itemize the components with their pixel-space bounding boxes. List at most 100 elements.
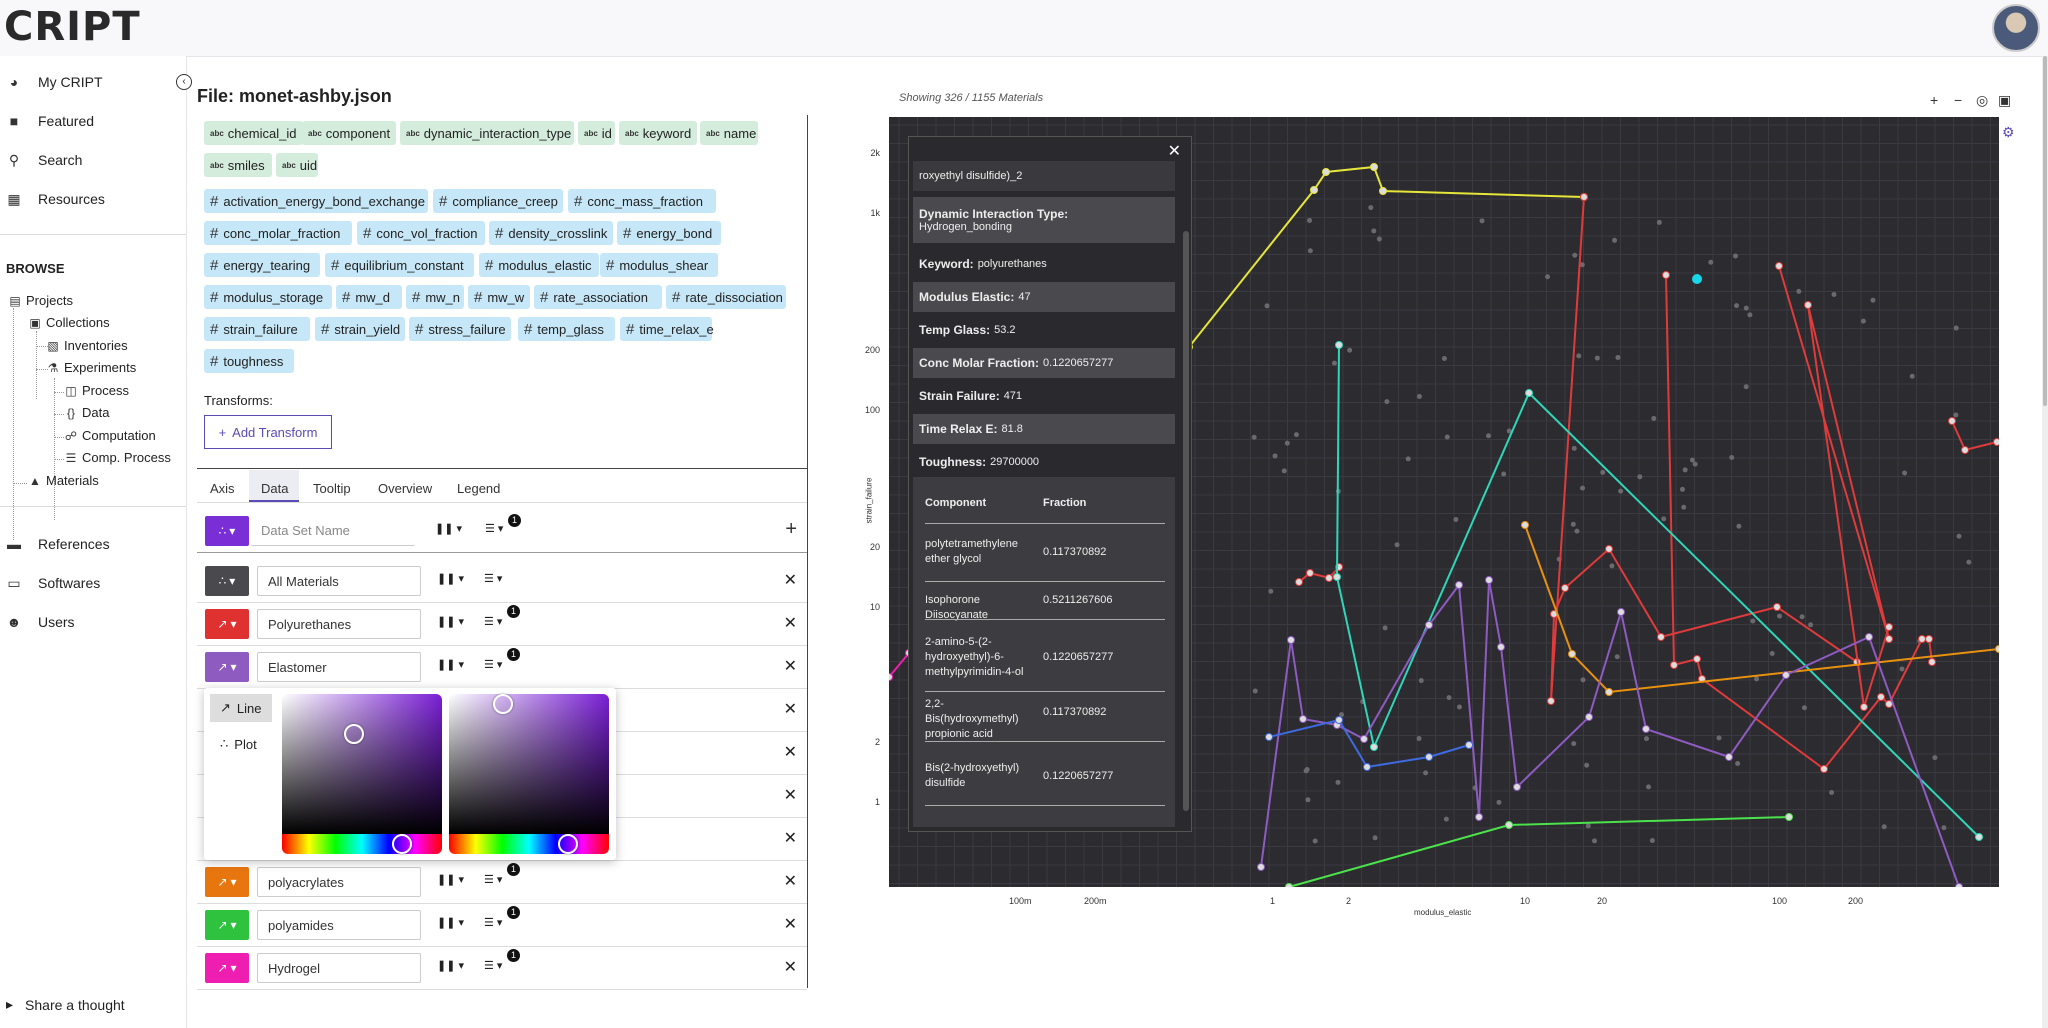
sidebar-item-resources[interactable]: ▦ Resources <box>6 189 105 209</box>
add-transform-button[interactable]: + Add Transform <box>204 415 332 449</box>
tree-item-experiments[interactable]: ⚗ Experiments <box>46 360 137 375</box>
number-field-chip[interactable]: # modulus_elastic <box>479 253 599 277</box>
remove-dataset-icon[interactable]: ✕ <box>784 957 797 977</box>
reset-zoom-icon[interactable]: ◎ <box>1976 92 1988 109</box>
dataset-name-input[interactable]: Data Set Name <box>251 516 415 546</box>
number-field-chip[interactable]: # mw_d <box>336 285 402 309</box>
number-field-chip[interactable]: # stress_failure <box>409 317 511 341</box>
dataset-style-button[interactable]: ∴ ▾ <box>205 566 249 596</box>
number-field-chip[interactable]: # strain_failure <box>204 317 310 341</box>
string-field-chip[interactable]: abc name <box>700 121 758 145</box>
dataset-style-button[interactable]: ↗ ▾ <box>205 910 249 940</box>
tab-legend[interactable]: Legend <box>457 474 500 502</box>
new-dataset-style-button[interactable]: ∴ ▾ <box>205 516 249 546</box>
string-field-chip[interactable]: abc dynamic_interaction_type <box>400 121 574 145</box>
number-field-chip[interactable]: # conc_molar_fraction <box>204 221 352 245</box>
zoom-in-icon[interactable]: + <box>1930 92 1938 108</box>
dataset-style-button[interactable]: ↗ ▾ <box>205 867 249 897</box>
dataset-name-input[interactable]: Elastomer <box>257 652 421 682</box>
filter-dropdown[interactable]: ☰ ▾ <box>484 658 502 671</box>
gear-icon[interactable]: ⚙ <box>2002 124 2015 141</box>
tree-item-projects[interactable]: ▤ Projects <box>8 293 73 308</box>
remove-dataset-icon[interactable]: ✕ <box>784 699 797 719</box>
filter-dropdown[interactable]: ☰ ▾ <box>484 873 502 886</box>
dataset-name-input[interactable]: Polyurethanes <box>257 609 421 639</box>
order-dropdown[interactable]: ❚❚ ▾ <box>437 873 464 886</box>
number-field-chip[interactable]: # activation_energy_bond_exchange <box>204 189 428 213</box>
order-dropdown[interactable]: ❚❚ ▾ <box>437 615 464 628</box>
number-field-chip[interactable]: # conc_mass_fraction <box>568 189 716 213</box>
sidebar-item-search[interactable]: ⚲ Search <box>6 150 83 170</box>
filter-dropdown[interactable]: ☰ ▾ <box>484 916 502 929</box>
number-field-chip[interactable]: # energy_tearing <box>204 253 320 277</box>
sidebar-item-featured[interactable]: ■ Featured <box>6 111 94 131</box>
dataset-style-button[interactable]: ↗ ▾ <box>205 609 249 639</box>
tree-item-process[interactable]: ◫ Process <box>64 383 129 398</box>
filter-dropdown[interactable]: ☰ ▾ <box>484 959 502 972</box>
remove-dataset-icon[interactable]: ✕ <box>784 613 797 633</box>
page-scrollbar[interactable] <box>2042 56 2048 1028</box>
number-field-chip[interactable]: # rate_dissociation <box>666 285 786 309</box>
number-field-chip[interactable]: # toughness <box>204 349 294 373</box>
string-field-chip[interactable]: abc id <box>578 121 615 145</box>
number-field-chip[interactable]: # conc_vol_fraction <box>357 221 485 245</box>
saturation-area-2[interactable] <box>449 694 609 834</box>
number-field-chip[interactable]: # modulus_shear <box>600 253 718 277</box>
order-dropdown[interactable]: ❚❚ ▾ <box>435 522 462 535</box>
remove-dataset-icon[interactable]: ✕ <box>784 656 797 676</box>
number-field-chip[interactable]: # mw_n <box>406 285 464 309</box>
order-dropdown[interactable]: ❚❚ ▾ <box>437 572 464 585</box>
string-field-chip[interactable]: abc smiles <box>204 153 272 177</box>
sidebar-item-softwares[interactable]: ▭ Softwares <box>6 573 100 593</box>
app-logo[interactable]: CRIPT <box>4 4 141 50</box>
tab-axis[interactable]: Axis <box>210 474 235 502</box>
hue-handle[interactable] <box>392 834 412 854</box>
number-field-chip[interactable]: # rate_association <box>534 285 662 309</box>
number-field-chip[interactable]: # compliance_creep <box>433 189 563 213</box>
tree-item-data[interactable]: {} Data <box>64 405 109 420</box>
tree-item-computation[interactable]: ☍ Computation <box>64 428 156 443</box>
style-option-line[interactable]: ↗ Line <box>210 694 272 722</box>
number-field-chip[interactable]: # modulus_storage <box>204 285 332 309</box>
order-dropdown[interactable]: ❚❚ ▾ <box>437 959 464 972</box>
remove-dataset-icon[interactable]: ✕ <box>784 742 797 762</box>
close-icon[interactable]: ✕ <box>1168 141 1181 161</box>
dataset-style-button[interactable]: ↗ ▾ <box>205 953 249 983</box>
collapse-sidebar-icon[interactable]: ‹ <box>176 74 192 90</box>
string-field-chip[interactable]: abc chemical_id <box>204 121 303 145</box>
tab-data[interactable]: Data <box>261 474 288 502</box>
number-field-chip[interactable]: # energy_bond <box>617 221 721 245</box>
panel-divider[interactable] <box>807 115 808 988</box>
remove-dataset-icon[interactable]: ✕ <box>784 914 797 934</box>
sidebar-item-my-cript[interactable]: ◕ My CRIPT <box>6 72 103 92</box>
order-dropdown[interactable]: ❚❚ ▾ <box>437 658 464 671</box>
number-field-chip[interactable]: # temp_glass <box>518 317 615 341</box>
number-field-chip[interactable]: # strain_yield <box>315 317 405 341</box>
filter-dropdown[interactable]: ☰ ▾ <box>484 615 502 628</box>
tree-item-inventories[interactable]: ▧ Inventories <box>46 338 127 353</box>
saturation-handle-2[interactable] <box>493 694 513 714</box>
dataset-name-input[interactable]: polyamides <box>257 910 421 940</box>
string-field-chip[interactable]: abc keyword <box>619 121 697 145</box>
tree-item-comp-process[interactable]: ☰ Comp. Process <box>64 450 171 465</box>
remove-dataset-icon[interactable]: ✕ <box>784 785 797 805</box>
dataset-name-input[interactable]: polyacrylates <box>257 867 421 897</box>
tab-tooltip[interactable]: Tooltip <box>313 474 351 502</box>
style-option-plot[interactable]: ∴ Plot <box>210 730 272 758</box>
avatar[interactable] <box>1992 4 2040 52</box>
number-field-chip[interactable]: # time_relax_e <box>620 317 714 341</box>
remove-dataset-icon[interactable]: ✕ <box>784 828 797 848</box>
dataset-name-input[interactable]: Hydrogel <box>257 953 421 983</box>
remove-dataset-icon[interactable]: ✕ <box>784 871 797 891</box>
order-dropdown[interactable]: ❚❚ ▾ <box>437 916 464 929</box>
dataset-name-input[interactable]: All Materials <box>257 566 421 596</box>
hue-handle-2[interactable] <box>558 834 578 854</box>
add-dataset-button[interactable]: + <box>785 518 797 541</box>
string-field-chip[interactable]: abc component <box>302 121 396 145</box>
sidebar-item-references[interactable]: ▬ References <box>6 534 110 554</box>
filter-dropdown[interactable]: ☰ ▾ <box>484 572 502 585</box>
fullscreen-icon[interactable]: ▣ <box>1998 92 2011 109</box>
saturation-area[interactable] <box>282 694 442 834</box>
sidebar-item-users[interactable]: ☻ Users <box>6 612 75 632</box>
remove-dataset-icon[interactable]: ✕ <box>784 570 797 590</box>
